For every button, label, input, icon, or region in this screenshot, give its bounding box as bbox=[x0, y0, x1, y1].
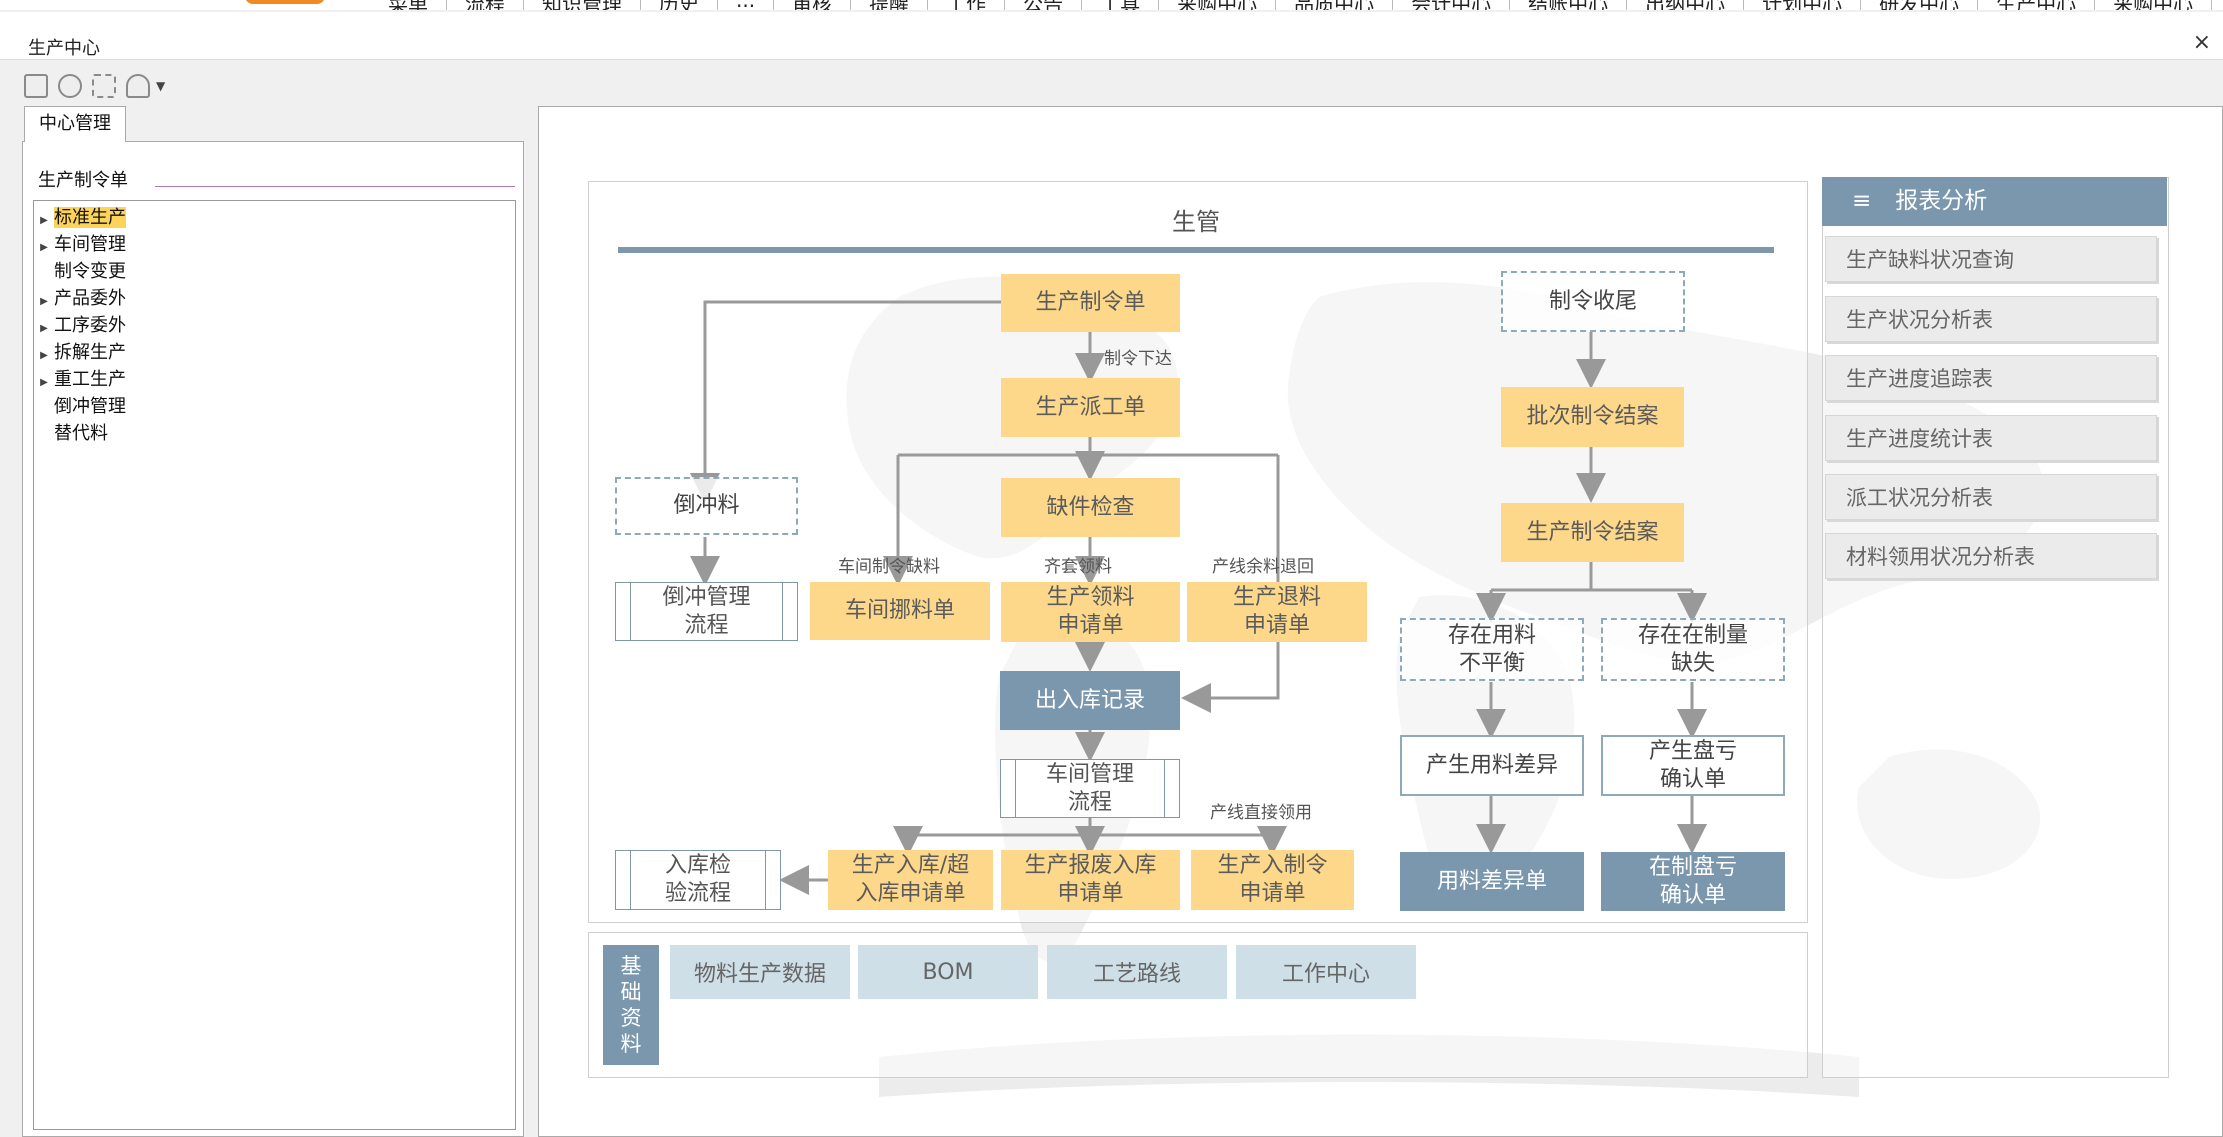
report-item-progress-tracking[interactable]: 生产进度追踪表 bbox=[1825, 355, 2157, 401]
report-header: ≡ 报表分析 bbox=[1822, 177, 2167, 226]
node-inspection-flow[interactable]: 入库检 验流程 bbox=[615, 850, 781, 910]
report-item-dispatch-analysis[interactable]: 派工状况分析表 bbox=[1825, 474, 2157, 520]
node-shortage-check[interactable]: 缺件检查 bbox=[1001, 478, 1180, 537]
node-usage-imbalance[interactable]: 存在用料 不平衡 bbox=[1400, 618, 1584, 681]
node-batch-close[interactable]: 批次制令结案 bbox=[1501, 387, 1684, 447]
node-workshop-transfer[interactable]: 车间挪料单 bbox=[810, 582, 990, 640]
label-workshop-shortage: 车间制令缺料 bbox=[838, 557, 940, 577]
node-backflush-material[interactable]: 倒冲料 bbox=[615, 477, 798, 535]
node-order-receipt-request[interactable]: 生产入制令 申请单 bbox=[1191, 850, 1354, 910]
base-item-routing[interactable]: 工艺路线 bbox=[1047, 945, 1227, 999]
label-line-direct-pick: 产线直接领用 bbox=[1210, 803, 1312, 823]
node-dispatch-order[interactable]: 生产派工单 bbox=[1001, 378, 1180, 437]
node-wip-loss-doc[interactable]: 在制盘亏 确认单 bbox=[1601, 852, 1785, 911]
report-item-progress-stats[interactable]: 生产进度统计表 bbox=[1825, 415, 2157, 461]
label-line-return: 产线余料退回 bbox=[1212, 557, 1314, 577]
label-order-release: 制令下达 bbox=[1104, 349, 1172, 369]
report-item-material-usage[interactable]: 材料领用状况分析表 bbox=[1825, 533, 2157, 579]
base-item-bom[interactable]: BOM bbox=[858, 945, 1038, 999]
base-item-work-center[interactable]: 工作中心 bbox=[1236, 945, 1416, 999]
node-pick-request[interactable]: 生产领料 申请单 bbox=[1001, 582, 1180, 642]
node-return-request[interactable]: 生产退料 申请单 bbox=[1187, 582, 1367, 642]
report-item-status-analysis[interactable]: 生产状况分析表 bbox=[1825, 296, 2157, 342]
node-loss-confirm[interactable]: 产生盘亏 确认单 bbox=[1601, 735, 1785, 796]
base-data-title: 基 础 资 料 bbox=[603, 945, 659, 1065]
node-order-close[interactable]: 生产制令结案 bbox=[1501, 503, 1684, 562]
node-production-order[interactable]: 生产制令单 bbox=[1001, 274, 1180, 332]
node-order-wrapup[interactable]: 制令收尾 bbox=[1501, 271, 1685, 332]
node-backflush-flow[interactable]: 倒冲管理 流程 bbox=[615, 582, 798, 641]
node-wip-loss[interactable]: 存在在制量 缺失 bbox=[1601, 618, 1785, 681]
node-usage-difference[interactable]: 产生用料差异 bbox=[1400, 735, 1584, 796]
node-scrap-request[interactable]: 生产报废入库 申请单 bbox=[1001, 850, 1180, 910]
base-item-material-data[interactable]: 物料生产数据 bbox=[670, 945, 850, 999]
node-workshop-flow[interactable]: 车间管理 流程 bbox=[1000, 759, 1180, 818]
report-item-shortage-query[interactable]: 生产缺料状况查询 bbox=[1825, 236, 2157, 282]
menu-icon[interactable]: ≡ bbox=[1852, 188, 1871, 214]
node-usage-difference-doc[interactable]: 用料差异单 bbox=[1400, 852, 1584, 911]
label-kit-pick: 齐套领料 bbox=[1044, 557, 1112, 577]
node-receipt-request[interactable]: 生产入库/超 入库申请单 bbox=[828, 850, 993, 910]
node-inout-record[interactable]: 出入库记录 bbox=[1000, 671, 1180, 730]
report-header-title: 报表分析 bbox=[1895, 188, 1988, 214]
